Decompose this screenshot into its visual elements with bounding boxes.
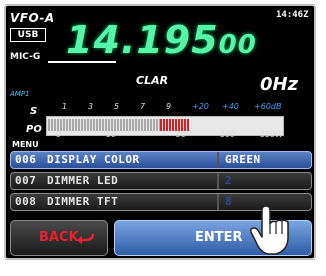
amp-label: AMP1 [10, 90, 30, 98]
clock: 14:46Z [276, 10, 309, 20]
s-plus-tick: +40 [222, 102, 239, 111]
meter-level [48, 119, 160, 131]
pointing-hand-icon [250, 206, 289, 255]
frequency-small: 00 [218, 30, 257, 60]
menu-header: MENU [12, 140, 39, 149]
po-tick: 0 [56, 130, 62, 139]
clar-label: CLAR [136, 74, 169, 87]
menu-row-number: 008 [15, 195, 37, 208]
mic-gain-label: MIC-G [10, 52, 41, 62]
frequency-main: 14.195 [66, 18, 219, 62]
menu-row-name: DIMMER TFT [47, 195, 119, 208]
po-tick: 50 [176, 130, 187, 139]
po-tick: 150W [260, 130, 284, 139]
menu-row-divider [217, 152, 219, 168]
s-tick: 3 [88, 102, 94, 111]
menu-row-value: 2 [225, 174, 233, 187]
s-tick: 7 [140, 102, 146, 111]
enter-button-label: ENTER [195, 230, 243, 245]
vfo-label: VFO-A [10, 11, 55, 25]
back-button[interactable]: BACK [10, 220, 108, 256]
menu-row-display-color[interactable]: 006 DISPLAY COLOR GREEN [10, 151, 312, 169]
frequency-display: 14.19500 [66, 18, 257, 62]
menu-row-number: 007 [15, 174, 37, 187]
s-tick: 1 [62, 102, 68, 111]
s-plus-tick: +60dB [254, 102, 282, 111]
menu-row-value: 8 [225, 195, 233, 208]
menu-row-divider [217, 173, 219, 189]
menu-row-dimmer-led[interactable]: 007 DIMMER LED 2 [10, 172, 312, 190]
s-plus-tick: +20 [192, 102, 209, 111]
back-button-label: BACK [39, 230, 79, 245]
return-arrow-icon [77, 233, 95, 244]
mode-badge[interactable]: USB [10, 28, 46, 42]
menu-row-name: DIMMER LED [47, 174, 119, 187]
menu-row-name: DISPLAY COLOR [47, 153, 140, 166]
s-meter-label: S [30, 106, 38, 117]
po-meter-label: PO [26, 124, 42, 135]
menu-row-divider [217, 194, 219, 210]
menu-row-number: 006 [15, 153, 37, 166]
s-tick: 5 [114, 102, 120, 111]
s-tick: 9 [166, 102, 172, 111]
po-tick: 100 [220, 130, 236, 139]
clar-value: 0Hz [260, 74, 299, 95]
po-tick: 10 [106, 130, 117, 139]
menu-row-value: GREEN [225, 153, 261, 166]
